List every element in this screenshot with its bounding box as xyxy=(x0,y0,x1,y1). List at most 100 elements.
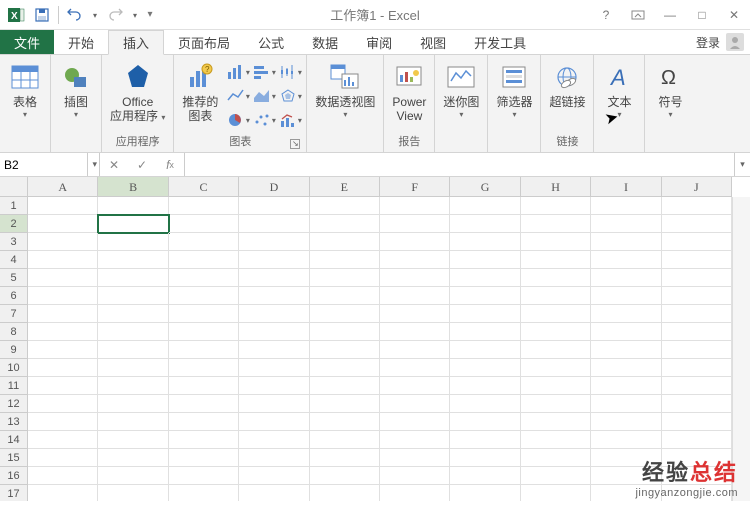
row-header[interactable]: 4 xyxy=(0,251,27,269)
vertical-scrollbar[interactable] xyxy=(732,197,750,501)
cell[interactable] xyxy=(28,395,98,413)
cell[interactable] xyxy=(380,287,450,305)
cell[interactable] xyxy=(450,233,520,251)
cell[interactable] xyxy=(239,233,309,251)
cell[interactable] xyxy=(169,251,239,269)
row-header[interactable]: 11 xyxy=(0,377,27,395)
cell[interactable] xyxy=(310,413,380,431)
cell[interactable] xyxy=(521,359,591,377)
column-header[interactable]: D xyxy=(239,177,309,196)
cell[interactable] xyxy=(310,251,380,269)
cell[interactable] xyxy=(239,341,309,359)
row-header[interactable]: 6 xyxy=(0,287,27,305)
cell[interactable] xyxy=(28,233,98,251)
cell[interactable] xyxy=(169,341,239,359)
cell[interactable] xyxy=(521,305,591,323)
row-header[interactable]: 10 xyxy=(0,359,27,377)
row-header[interactable]: 8 xyxy=(0,323,27,341)
cell[interactable] xyxy=(169,395,239,413)
row-header[interactable]: 9 xyxy=(0,341,27,359)
cell[interactable] xyxy=(380,431,450,449)
cell[interactable] xyxy=(239,431,309,449)
charts-dialog-launcher[interactable]: ↘ xyxy=(290,139,300,149)
row-header[interactable]: 5 xyxy=(0,269,27,287)
cell[interactable] xyxy=(98,233,168,251)
cell[interactable] xyxy=(239,197,309,215)
column-header[interactable]: A xyxy=(28,177,98,196)
cell[interactable] xyxy=(239,305,309,323)
cell[interactable] xyxy=(310,269,380,287)
help-button[interactable]: ? xyxy=(594,3,618,27)
cell[interactable] xyxy=(591,449,661,467)
enter-formula-button[interactable]: ✓ xyxy=(128,153,156,176)
ribbon-display-options[interactable] xyxy=(626,3,650,27)
cell[interactable] xyxy=(450,413,520,431)
cell[interactable] xyxy=(521,431,591,449)
tab-formulas[interactable]: 公式 xyxy=(244,30,298,54)
cell[interactable] xyxy=(380,305,450,323)
bar-chart-button[interactable]: ▾ xyxy=(252,61,276,83)
cell[interactable] xyxy=(98,377,168,395)
cell[interactable] xyxy=(591,269,661,287)
tab-developer[interactable]: 开发工具 xyxy=(460,30,540,54)
cell[interactable] xyxy=(310,215,380,233)
undo-button[interactable] xyxy=(63,3,87,27)
redo-button[interactable] xyxy=(103,3,127,27)
cell[interactable] xyxy=(450,197,520,215)
cell[interactable] xyxy=(28,341,98,359)
cell[interactable] xyxy=(591,233,661,251)
cell[interactable] xyxy=(591,287,661,305)
cell[interactable] xyxy=(98,467,168,485)
cell[interactable] xyxy=(380,467,450,485)
cell[interactable] xyxy=(310,485,380,501)
cell[interactable] xyxy=(450,287,520,305)
column-header[interactable]: G xyxy=(450,177,520,196)
cell[interactable] xyxy=(591,467,661,485)
cell[interactable] xyxy=(169,305,239,323)
close-button[interactable]: ✕ xyxy=(722,3,746,27)
cell[interactable] xyxy=(662,413,732,431)
cell[interactable] xyxy=(662,485,732,501)
cell[interactable] xyxy=(662,215,732,233)
tables-button[interactable]: 表格 ▾ xyxy=(4,57,46,119)
cell[interactable] xyxy=(239,359,309,377)
cell[interactable] xyxy=(450,395,520,413)
cell[interactable] xyxy=(450,215,520,233)
cell[interactable] xyxy=(310,431,380,449)
cell[interactable] xyxy=(169,377,239,395)
cell[interactable] xyxy=(169,431,239,449)
cell[interactable] xyxy=(591,323,661,341)
tab-data[interactable]: 数据 xyxy=(298,30,352,54)
cell[interactable] xyxy=(239,413,309,431)
cell[interactable] xyxy=(310,233,380,251)
cell[interactable] xyxy=(98,287,168,305)
line-chart-button[interactable]: ▾ xyxy=(226,85,250,107)
cell[interactable] xyxy=(310,395,380,413)
row-header[interactable]: 1 xyxy=(0,197,27,215)
cell[interactable] xyxy=(591,215,661,233)
row-header[interactable]: 14 xyxy=(0,431,27,449)
cell[interactable] xyxy=(450,251,520,269)
cell[interactable] xyxy=(521,377,591,395)
row-header[interactable]: 3 xyxy=(0,233,27,251)
cell[interactable] xyxy=(28,305,98,323)
cell[interactable] xyxy=(380,341,450,359)
cell[interactable] xyxy=(450,359,520,377)
cell[interactable] xyxy=(169,485,239,501)
tab-file[interactable]: 文件 xyxy=(0,30,54,54)
recommended-charts-button[interactable]: ? 推荐的 图表 xyxy=(178,57,222,123)
qat-customize[interactable]: ▾ xyxy=(143,3,157,27)
cell[interactable] xyxy=(521,449,591,467)
cell[interactable] xyxy=(28,467,98,485)
column-chart-button[interactable]: ▾ xyxy=(226,61,250,83)
cell[interactable] xyxy=(662,197,732,215)
cell[interactable] xyxy=(521,287,591,305)
column-header[interactable]: C xyxy=(169,177,239,196)
cell[interactable] xyxy=(591,251,661,269)
cell[interactable] xyxy=(310,377,380,395)
cell[interactable] xyxy=(28,413,98,431)
cell[interactable] xyxy=(521,251,591,269)
cell[interactable] xyxy=(239,467,309,485)
pivot-chart-button[interactable]: 数据透视图 ▾ xyxy=(311,57,379,119)
cell[interactable] xyxy=(521,323,591,341)
